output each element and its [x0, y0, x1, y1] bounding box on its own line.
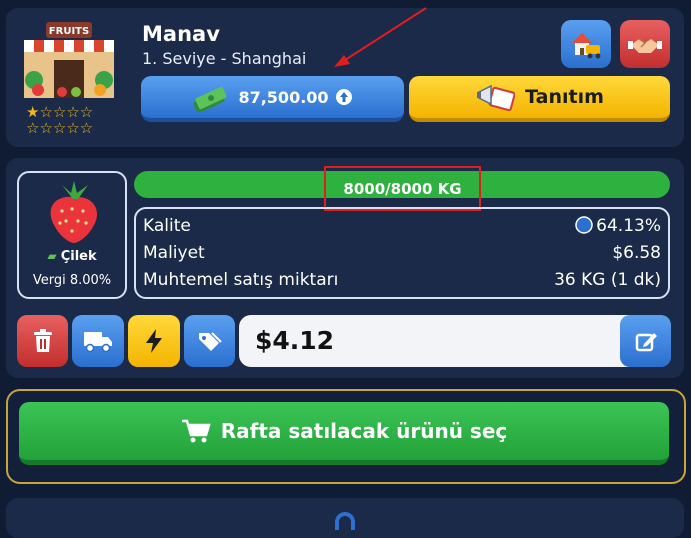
stat-value: 64.13%	[575, 216, 661, 236]
shop-rating-stars: ★☆☆☆☆ ☆☆☆☆☆	[26, 104, 118, 136]
product-name: ▰ Çilek	[19, 249, 125, 264]
star-row-1: ★☆☆☆☆	[26, 103, 94, 121]
tags-icon	[198, 332, 222, 351]
select-product-button[interactable]: Rafta satılacak ürünü seç	[19, 402, 669, 465]
deal-button[interactable]	[620, 20, 670, 68]
shop-level: 1. Seviye - Shanghai	[142, 49, 307, 68]
product-card[interactable]: ▰ Çilek Vergi 8.00%	[17, 171, 127, 299]
delivery-button[interactable]	[72, 315, 124, 367]
stat-value: $6.58	[612, 243, 661, 263]
home-move-button[interactable]	[561, 20, 611, 68]
stat-value-text: 64.13%	[596, 216, 661, 236]
stock-amount: 8000/8000 KG	[324, 166, 481, 211]
star-row-2: ☆☆☆☆☆	[26, 119, 94, 137]
lock-icon	[335, 512, 355, 530]
cash-stack-icon	[193, 86, 227, 112]
red-arrow-annotation	[334, 7, 427, 67]
stat-row-quality: Kalite 64.13%	[143, 216, 661, 242]
product-name-text: Çilek	[60, 249, 97, 264]
trash-icon	[33, 329, 52, 352]
price-input[interactable]: $4.12	[239, 315, 671, 367]
boost-button[interactable]	[128, 315, 180, 367]
stat-row-sales: Muhtemel satış miktarı 36 KG (1 dk)	[143, 270, 661, 296]
price-tags-button[interactable]	[184, 315, 235, 367]
truck-icon	[84, 332, 112, 353]
strawberry-icon	[50, 181, 98, 243]
delete-button[interactable]	[17, 315, 68, 367]
money-button[interactable]: 87,500.00	[141, 76, 404, 122]
product-tax: Vergi 8.00%	[32, 273, 112, 288]
cart-icon	[181, 419, 211, 443]
cash-icon: ▰	[47, 249, 61, 263]
house-truck-icon	[572, 33, 601, 59]
shop-sign-text: FRUITS	[49, 26, 89, 37]
edit-icon	[635, 333, 657, 352]
arrow-up-circle-icon	[335, 89, 352, 105]
stat-row-cost: Maliyet $6.58	[143, 243, 661, 269]
price-value: $4.12	[255, 326, 335, 355]
shop-name: Manav	[142, 22, 220, 46]
stat-value: 36 KG (1 dk)	[554, 270, 661, 290]
stat-label: Muhtemel satış miktarı	[143, 270, 339, 290]
stat-label: Maliyet	[143, 243, 205, 263]
handshake-icon	[628, 38, 662, 53]
shop-building-image: FRUITS	[24, 22, 114, 98]
edit-price-button[interactable]	[620, 315, 671, 367]
promotion-button[interactable]: Tanıtım	[409, 76, 670, 122]
select-product-label: Rafta satılacak ürünü seç	[220, 419, 508, 443]
product-stats-box: Kalite 64.13% Maliyet $6.58 Muhtemel sat…	[134, 207, 670, 299]
lightning-icon	[146, 329, 162, 353]
money-value: 87,500.00	[238, 87, 329, 107]
stat-label: Kalite	[143, 216, 191, 236]
quality-circle-icon	[575, 216, 593, 234]
megaphone-icon	[477, 84, 516, 112]
promotion-label: Tanıtım	[525, 86, 604, 108]
